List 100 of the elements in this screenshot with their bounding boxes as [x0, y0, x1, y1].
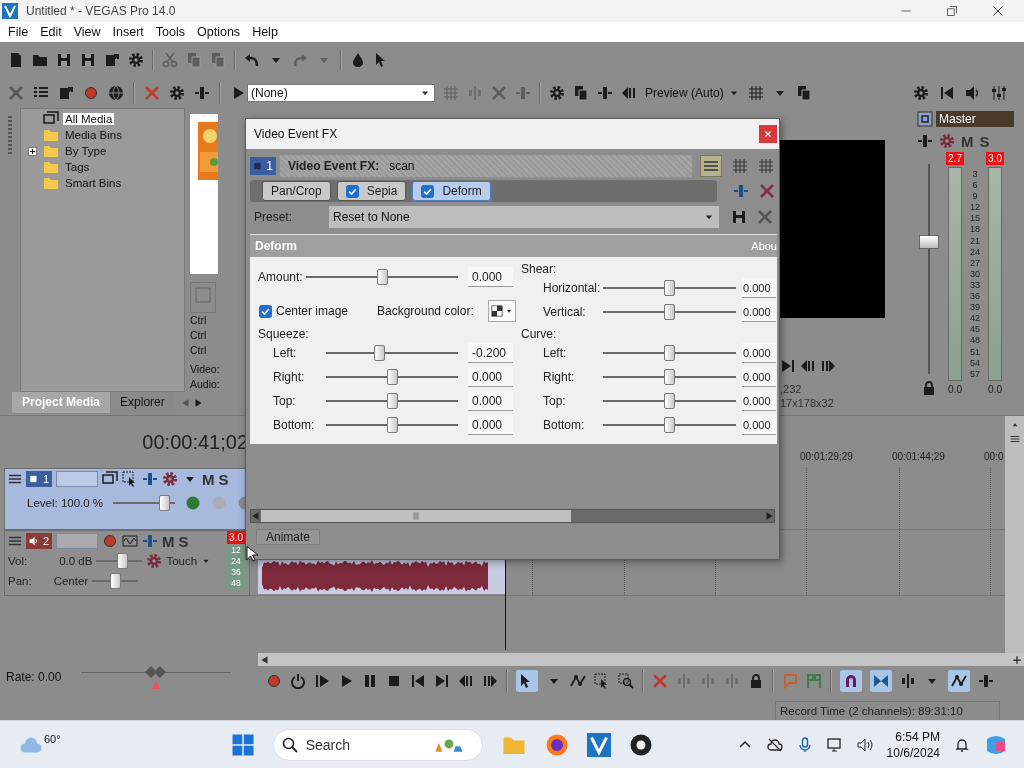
next-icon[interactable] — [780, 358, 796, 374]
preset-dropdown[interactable]: Reset to None — [329, 206, 719, 228]
folder-icon[interactable] — [32, 52, 48, 68]
value-field[interactable]: 0.000 — [742, 415, 776, 435]
assistant-icon[interactable] — [984, 733, 1008, 757]
mute-toggle[interactable]: M — [162, 532, 175, 550]
selection-icon[interactable] — [594, 673, 610, 689]
marker-icon[interactable] — [782, 673, 798, 689]
effect-button[interactable]: Deform — [412, 181, 491, 201]
remove-icon[interactable] — [759, 183, 775, 199]
previous-icon[interactable] — [410, 673, 426, 689]
split-icon[interactable] — [597, 85, 613, 101]
grid-view-icon[interactable] — [732, 158, 748, 174]
collapse-icon[interactable] — [8, 534, 22, 548]
next-frame-icon[interactable] — [482, 673, 498, 689]
list-view-icon[interactable] — [703, 158, 719, 174]
import-icon[interactable] — [58, 85, 74, 101]
copy-icon[interactable] — [795, 85, 812, 101]
browser-icon[interactable] — [544, 733, 569, 757]
solo-toggle[interactable]: S — [979, 132, 990, 150]
automation-mode[interactable]: Touch — [166, 555, 198, 567]
mixer-icon[interactable] — [991, 85, 1007, 101]
slider-thumb[interactable] — [664, 280, 675, 296]
stop-icon[interactable] — [386, 673, 402, 689]
checkbox[interactable] — [259, 304, 272, 318]
next-icon[interactable] — [434, 673, 450, 689]
slider-thumb[interactable] — [109, 573, 121, 589]
tree-item[interactable]: Tags — [63, 161, 92, 173]
tree-item[interactable]: By Type — [63, 145, 109, 157]
record-icon[interactable] — [266, 673, 282, 689]
slider-thumb[interactable] — [664, 345, 675, 361]
mute-toggle[interactable]: M — [961, 132, 974, 150]
split-icon[interactable] — [142, 533, 158, 549]
tree-item[interactable]: Media Bins — [63, 129, 124, 141]
menu-item[interactable]: Tools — [149, 25, 192, 39]
slider-thumb[interactable] — [664, 393, 675, 409]
app-icon[interactable] — [586, 733, 611, 757]
ripple-icon[interactable] — [900, 673, 916, 689]
grid-view-icon[interactable] — [758, 158, 774, 174]
start-icon[interactable] — [230, 733, 255, 757]
save-as-icon[interactable] — [80, 52, 96, 68]
shuttle-thumb[interactable] — [145, 665, 168, 679]
settings-icon[interactable] — [128, 52, 144, 68]
fx-icon[interactable] — [185, 495, 202, 511]
globe-icon[interactable] — [108, 85, 124, 101]
play-from-start-icon[interactable] — [314, 673, 330, 689]
record-icon[interactable] — [83, 85, 99, 101]
settings-icon[interactable] — [169, 85, 185, 101]
next-frame-icon[interactable] — [820, 358, 836, 374]
slider-thumb[interactable] — [664, 304, 675, 320]
source-dropdown[interactable]: (None) — [247, 84, 435, 102]
horizontal-scrollbar[interactable] — [258, 653, 1024, 666]
menu-item[interactable]: Edit — [34, 25, 68, 39]
audio-clip[interactable] — [258, 558, 505, 594]
settings-icon[interactable] — [939, 133, 955, 149]
value-field[interactable]: -0.200 — [468, 343, 513, 363]
lock-icon[interactable] — [748, 673, 764, 689]
tree-item[interactable]: Smart Bins — [63, 177, 124, 189]
scroll-left-icon[interactable] — [260, 654, 270, 665]
search-icon[interactable] — [281, 737, 298, 753]
grip-icon[interactable] — [1009, 434, 1020, 444]
track-number[interactable]: 2 — [26, 533, 52, 549]
loop-icon[interactable] — [290, 673, 306, 689]
preview-quality-dropdown[interactable]: Preview (Auto) — [645, 86, 740, 100]
track-number[interactable]: 1 — [26, 471, 52, 487]
slider-thumb[interactable] — [376, 269, 388, 285]
crossfade-icon[interactable] — [873, 673, 889, 689]
menu-item[interactable]: Insert — [106, 25, 150, 39]
slider-thumb[interactable] — [374, 345, 386, 361]
save-icon[interactable] — [731, 209, 747, 225]
lock-envelope-icon[interactable] — [951, 673, 967, 689]
drop-icon[interactable] — [350, 52, 366, 68]
compositing-icon[interactable] — [102, 471, 118, 487]
vertical-scrollbar[interactable] — [1005, 416, 1024, 653]
fader-thumb[interactable] — [919, 234, 939, 249]
value-field[interactable]: 0.000 — [468, 391, 513, 411]
slider-thumb[interactable] — [159, 495, 170, 511]
menu-item[interactable]: Options — [191, 25, 247, 39]
split-icon[interactable] — [917, 133, 933, 149]
restore-icon[interactable] — [946, 5, 958, 17]
value-field[interactable]: 0.000 — [468, 267, 513, 287]
recorder-icon[interactable] — [628, 733, 653, 757]
grid-icon[interactable] — [747, 85, 764, 101]
solo-toggle[interactable]: S — [178, 532, 189, 550]
monitor-icon[interactable] — [826, 737, 843, 753]
split-icon[interactable] — [194, 85, 210, 101]
animate-button[interactable]: Animate — [256, 529, 320, 545]
close-button[interactable] — [759, 125, 777, 143]
copy-icon[interactable] — [573, 85, 589, 101]
magnet-icon[interactable] — [843, 673, 859, 689]
value-field[interactable]: 0.000 — [468, 367, 513, 387]
track-name-field[interactable] — [56, 533, 98, 549]
checkbox[interactable] — [345, 184, 359, 198]
save-icon[interactable] — [56, 52, 72, 68]
scroll-right-icon[interactable] — [764, 511, 774, 521]
search-box[interactable]: Search — [272, 729, 483, 761]
effect-button[interactable]: Pan/Crop — [262, 181, 331, 201]
slider-thumb[interactable] — [117, 553, 129, 569]
motion-icon[interactable] — [122, 471, 138, 487]
value-field[interactable]: 0.000 — [742, 343, 776, 363]
